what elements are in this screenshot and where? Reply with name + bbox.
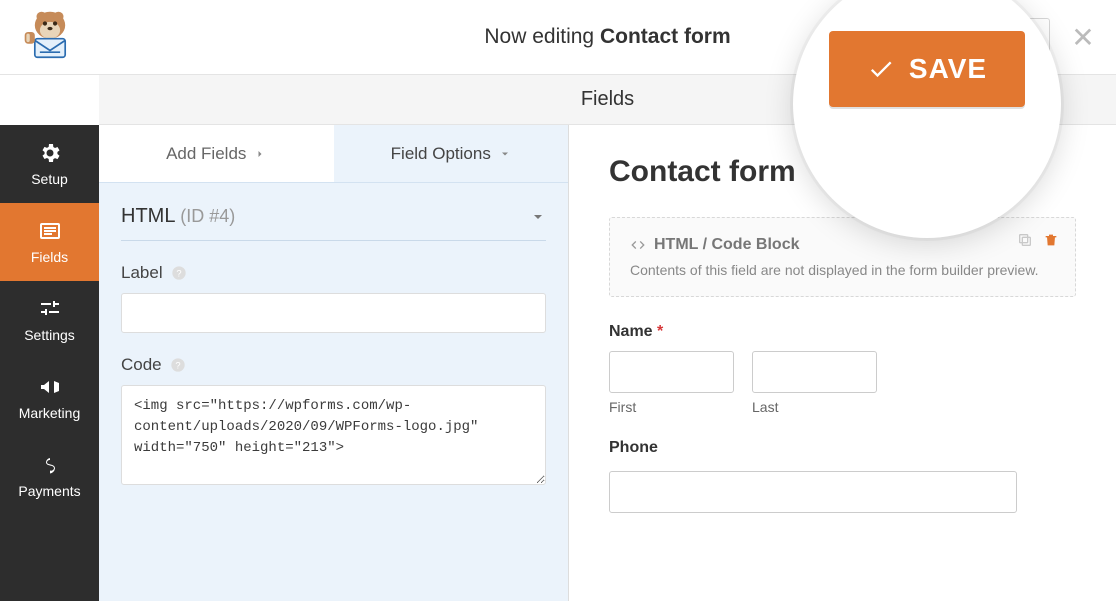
sidebar-item-label: Marketing — [19, 405, 80, 421]
required-indicator: * — [653, 323, 664, 340]
sidebar-item-marketing[interactable]: Marketing — [0, 359, 99, 437]
check-icon — [867, 55, 895, 83]
trash-icon[interactable] — [1043, 232, 1059, 248]
sidebar-item-label: Setup — [31, 171, 68, 187]
preview-html-block[interactable]: HTML / Code Block Contents of this field… — [609, 217, 1076, 297]
tab-label: Field Options — [391, 144, 491, 164]
sidebar-item-payments[interactable]: Payments — [0, 437, 99, 515]
form-name: Contact form — [600, 25, 731, 48]
phone-input[interactable] — [609, 471, 1017, 513]
chevron-down-icon — [530, 209, 546, 225]
code-field-label: Code — [121, 355, 162, 375]
label-input[interactable] — [121, 293, 546, 333]
tab-label: Add Fields — [166, 144, 246, 164]
editing-prefix: Now editing — [484, 25, 594, 48]
field-heading[interactable]: HTML (ID #4) — [121, 205, 546, 241]
close-button[interactable]: ✕ — [1068, 21, 1098, 54]
duplicate-icon[interactable] — [1017, 232, 1033, 248]
save-button[interactable]: SAVE — [829, 31, 1025, 107]
dollar-icon — [38, 453, 62, 477]
name-field-label: Name * — [609, 323, 1076, 341]
app-logo — [0, 0, 99, 75]
sidebar-item-label: Fields — [31, 249, 68, 265]
bullhorn-icon — [38, 375, 62, 399]
chevron-right-icon — [254, 148, 266, 160]
fields-icon — [38, 219, 62, 243]
sidebar-item-label: Settings — [24, 327, 75, 343]
first-name-input[interactable] — [609, 351, 734, 393]
sidebar-item-setup[interactable]: Setup — [0, 125, 99, 203]
sidebar: Setup Fields Settings Marketing Payments — [0, 125, 99, 601]
field-id: (ID #4) — [180, 206, 235, 226]
field-options-panel: Add Fields Field Options HTML (ID #4) La… — [99, 125, 569, 601]
first-sublabel: First — [609, 399, 734, 415]
sidebar-item-fields[interactable]: Fields — [0, 203, 99, 281]
save-label: SAVE — [909, 53, 987, 85]
phone-field-label: Phone — [609, 439, 1076, 457]
help-icon: ? — [171, 265, 187, 281]
last-sublabel: Last — [752, 399, 877, 415]
help-icon: ? — [170, 357, 186, 373]
svg-text:?: ? — [175, 360, 180, 370]
sliders-icon — [38, 297, 62, 321]
last-name-input[interactable] — [752, 351, 877, 393]
tab-add-fields[interactable]: Add Fields — [99, 125, 334, 183]
chevron-down-icon — [499, 148, 511, 160]
html-block-desc: Contents of this field are not displayed… — [630, 262, 1055, 278]
gear-icon — [38, 141, 62, 165]
code-icon — [630, 237, 646, 253]
sidebar-item-settings[interactable]: Settings — [0, 281, 99, 359]
field-type: HTML — [121, 205, 175, 227]
html-block-title: HTML / Code Block — [654, 236, 800, 254]
code-textarea[interactable] — [121, 385, 546, 485]
svg-text:?: ? — [176, 268, 181, 278]
tab-field-options[interactable]: Field Options — [334, 125, 569, 183]
label-field-label: Label — [121, 263, 163, 283]
sidebar-item-label: Payments — [18, 483, 80, 499]
